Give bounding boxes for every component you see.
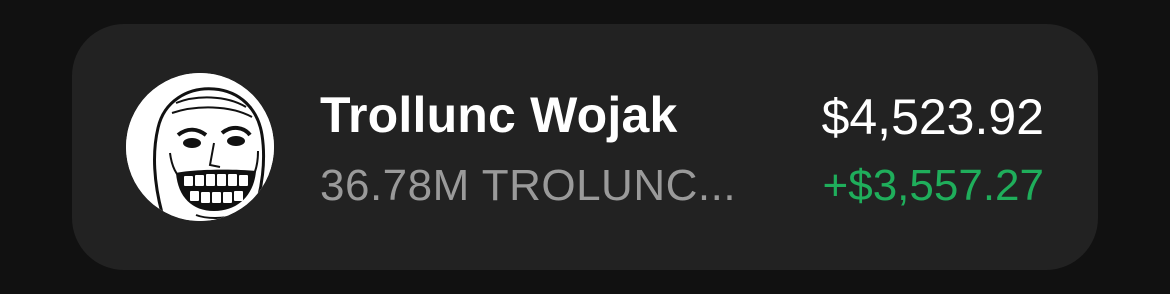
token-name: Trollunc Wojak bbox=[320, 87, 678, 143]
token-value-change: +$3,557.27 bbox=[822, 161, 1044, 210]
token-total-value: $4,523.92 bbox=[821, 89, 1044, 145]
token-row-card[interactable]: Trollunc Wojak 36.78M TROLUNC... $4,523.… bbox=[72, 24, 1098, 270]
trollface-wojak-avatar-icon bbox=[126, 73, 274, 221]
token-holding-amount: 36.78M TROLUNC... bbox=[320, 161, 737, 210]
